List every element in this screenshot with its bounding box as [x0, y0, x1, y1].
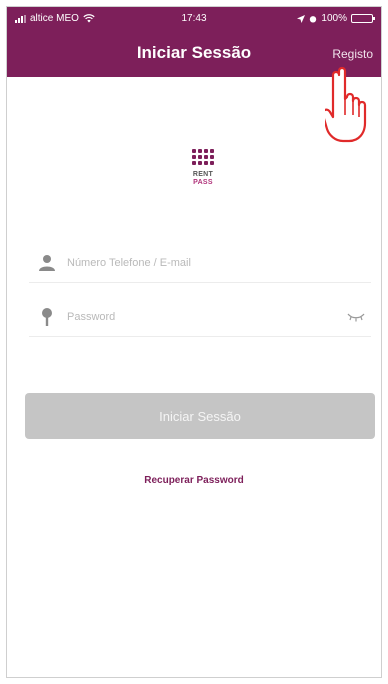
- register-link[interactable]: Registo: [332, 47, 373, 61]
- logo-text-pass: PASS: [193, 179, 213, 186]
- logo-text-rent: RENT: [192, 171, 214, 178]
- identifier-field: [29, 243, 371, 283]
- page-title: Iniciar Sessão: [136, 43, 252, 62]
- password-input[interactable]: [67, 310, 347, 323]
- status-right: 100%: [297, 13, 375, 24]
- eye-closed-icon[interactable]: [347, 311, 365, 323]
- pin-icon: [42, 307, 52, 326]
- hand-pointer-icon: [325, 66, 367, 143]
- battery-icon: [351, 14, 375, 23]
- alarm-icon: [310, 15, 317, 22]
- identifier-input[interactable]: [67, 256, 371, 269]
- login-button[interactable]: Iniciar Sessão: [25, 393, 375, 439]
- person-icon: [39, 254, 55, 271]
- location-arrow-icon: [297, 14, 306, 23]
- logo-mark: [183, 149, 223, 165]
- status-bar: altice MEO 17:43 100%: [7, 7, 381, 31]
- battery-percent: 100%: [321, 13, 347, 24]
- password-field: [29, 297, 371, 337]
- rentpass-logo: RENT PASS: [183, 149, 223, 187]
- app-frame: altice MEO 17:43 100% Iniciar Sessão Reg…: [6, 6, 382, 678]
- recover-password-link[interactable]: Recuperar Password: [7, 475, 381, 486]
